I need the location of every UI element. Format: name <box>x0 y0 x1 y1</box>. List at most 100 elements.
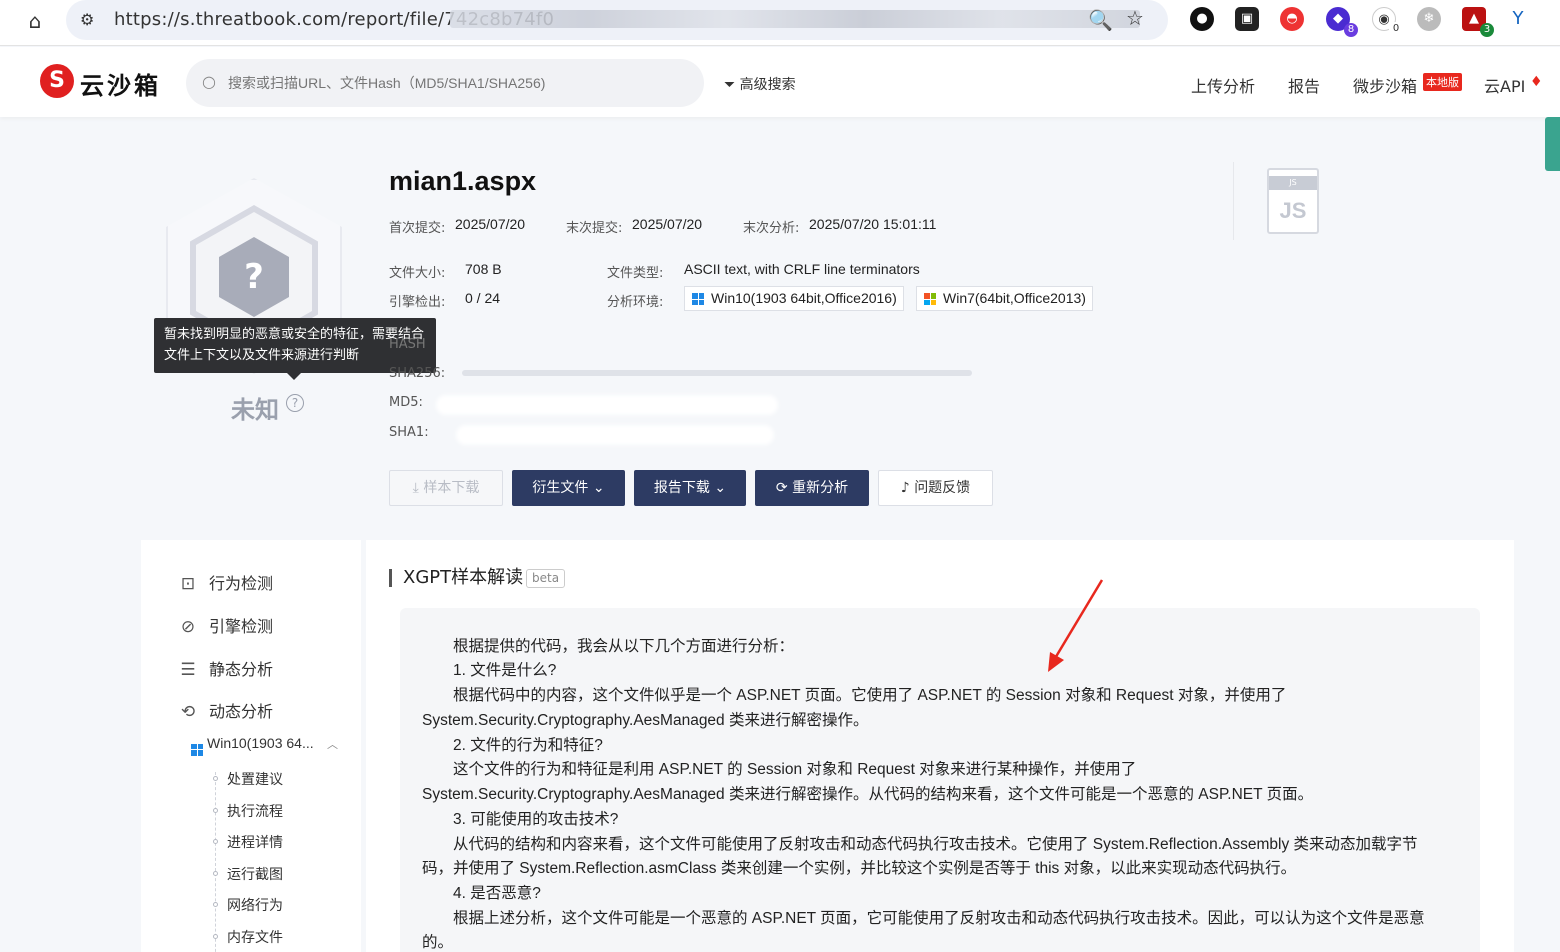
nav-upload[interactable]: 上传分析 <box>1191 73 1255 97</box>
tree-line <box>215 772 216 952</box>
sha1-label: SHA1: <box>389 425 429 440</box>
file-size-value: 708 B <box>465 261 502 277</box>
file-size-label: 文件大小: <box>389 266 446 281</box>
bookmark-star-icon[interactable]: ☆ <box>1126 6 1144 30</box>
dynamic-icon: ⟲ <box>180 702 196 722</box>
tree-dot <box>213 871 218 876</box>
nav-report[interactable]: 报告 <box>1288 73 1320 97</box>
gpt-line: 根据提供的代码，我会从以下几个方面进行分析： <box>453 638 795 655</box>
extension-mask-icon[interactable]: ▣ <box>1235 7 1259 31</box>
address-bar[interactable]: ⚙ https://s.threatbook.com/report/file/7… <box>66 0 1168 40</box>
sidebar-label: 行为检测 <box>209 574 274 593</box>
gpt-line: 根据上述分析，这个文件可能是一个恶意的 ASP.NET 页面，它可能使用了反射攻… <box>453 910 1425 927</box>
search-icon: ○ <box>202 72 216 91</box>
file-name: mian1.aspx <box>389 166 537 196</box>
windows-icon <box>191 743 203 756</box>
extension-pokeball-icon[interactable]: ◓ <box>1280 7 1304 31</box>
sha1-redacted <box>456 425 774 445</box>
derived-files-label: 衍生文件 <box>532 480 589 496</box>
reanalyze-button[interactable]: ⟳ 重新分析 <box>755 470 869 506</box>
help-icon[interactable]: ? <box>286 394 304 412</box>
site-header: S 云沙箱 ○ ⏷ 高级搜索 上传分析 报告 微步沙箱 本地版 云API ♦ <box>0 47 1560 117</box>
extension-snowflake-icon[interactable]: ❄ <box>1417 7 1441 31</box>
search-box[interactable]: ○ <box>186 59 704 107</box>
nav-cloud-api[interactable]: 云API <box>1484 73 1525 97</box>
home-icon[interactable]: ⌂ <box>22 8 48 34</box>
download-icon: ⤓ <box>412 480 419 496</box>
gpt-line: 2. 文件的行为和特征? <box>453 737 603 754</box>
sub-item-memory[interactable]: 内存文件 <box>227 927 283 947</box>
logo-icon[interactable]: S <box>40 64 74 98</box>
report-sidebar: ⊡ 行为检测 ⊘ 引擎检测 ☰ 静态分析 ⟲ 动态分析 Win10(1903 64...… <box>141 540 361 952</box>
refresh-icon: ⟳ <box>775 480 788 496</box>
extension-diamond-icon[interactable]: ◆ 8 <box>1326 7 1358 37</box>
feedback-label: 问题反馈 <box>914 480 971 496</box>
sub-item-disposal[interactable]: 处置建议 <box>227 769 283 789</box>
js-file-icon: JS JS <box>1267 168 1319 234</box>
reanalyze-label: 重新分析 <box>792 480 849 496</box>
last-analysis-label: 末次分析: <box>743 221 800 236</box>
advanced-search-label: 高级搜索 <box>739 77 796 93</box>
sidebar-item-static[interactable]: ☰ 静态分析 <box>177 656 273 680</box>
advanced-search-link[interactable]: ⏷ 高级搜索 <box>724 74 796 94</box>
download-sample-label: 样本下载 <box>423 480 480 496</box>
last-submit-value: 2025/07/20 <box>632 216 703 232</box>
sidebar-label: 引擎检测 <box>209 617 274 636</box>
file-type-label: 文件类型: <box>607 266 664 281</box>
gpt-line: 3. 可能使用的攻击技术? <box>453 811 619 828</box>
md5-label: MD5: <box>389 395 423 410</box>
tree-dot <box>213 808 218 813</box>
annotation-arrow <box>1048 579 1104 672</box>
extension-red-icon[interactable]: ▲ 3 <box>1462 7 1494 37</box>
sidebar-env-label: Win10(1903 64... <box>207 735 314 751</box>
tree-dot <box>213 902 218 907</box>
windows-icon <box>692 293 704 305</box>
extension-circle-icon[interactable]: ● <box>1190 7 1214 31</box>
list-icon: ☰ <box>180 660 196 680</box>
floating-side-tab[interactable] <box>1545 117 1560 171</box>
chevron-down-icon: ⌄ <box>714 480 727 496</box>
tree-dot <box>213 934 218 939</box>
derived-files-button[interactable]: 衍生文件 ⌄ <box>512 470 625 506</box>
sidebar-item-engine[interactable]: ⊘ 引擎检测 <box>177 613 273 637</box>
nav-local-sandbox[interactable]: 微步沙箱 <box>1353 73 1417 97</box>
hash-heading: HASH <box>389 337 426 352</box>
gpt-line: 4. 是否恶意? <box>453 885 541 902</box>
gpt-line: System.Security.Cryptography.AesManaged … <box>422 786 1314 803</box>
sub-item-network[interactable]: 网络行为 <box>227 895 283 915</box>
chevron-up-icon[interactable]: ︿ <box>327 736 338 752</box>
sidebar-item-dynamic[interactable]: ⟲ 动态分析 <box>177 698 273 722</box>
sub-item-exec-flow[interactable]: 执行流程 <box>227 801 283 821</box>
gpt-line: 1. 文件是什么? <box>453 662 557 679</box>
logo-text[interactable]: 云沙箱 <box>80 66 161 101</box>
local-version-badge: 本地版 <box>1423 73 1462 91</box>
monitor-icon: ⊡ <box>180 574 196 594</box>
sidebar-label: 静态分析 <box>209 660 274 679</box>
gpt-line: 的。 <box>422 934 454 951</box>
file-type-value: ASCII text, with CRLF line terminators <box>684 261 920 277</box>
feedback-button[interactable]: ♪ 问题反馈 <box>878 470 993 506</box>
sidebar-env-win10[interactable]: Win10(1903 64... <box>191 735 314 756</box>
sub-item-screenshots[interactable]: 运行截图 <box>227 864 283 884</box>
gpt-line: 码，并使用了 System.Reflection.asmClass 类来创建一个… <box>422 860 1297 877</box>
xgpt-panel: XGPT样本解读 beta 根据提供的代码，我会从以下几个方面进行分析： 1. … <box>366 540 1514 952</box>
search-input[interactable] <box>228 69 688 97</box>
sha256-label: SHA256: <box>389 366 446 381</box>
zoom-icon[interactable]: 🔍 <box>1088 8 1113 32</box>
sidebar-item-behavior[interactable]: ⊡ 行为检测 <box>177 570 273 594</box>
extension-y-icon[interactable]: Y <box>1506 7 1530 31</box>
download-sample-button[interactable]: ⤓ 样本下载 <box>389 470 503 506</box>
analysis-env-label: 分析环境: <box>607 295 664 310</box>
env-chip-win7[interactable]: Win7(64bit,Office2013) <box>916 286 1093 311</box>
last-submit-label: 末次提交: <box>566 221 623 236</box>
browser-toolbar: ⌂ ⚙ https://s.threatbook.com/report/file… <box>0 0 1560 46</box>
env-chip-win10[interactable]: Win10(1903 64bit,Office2016) <box>684 286 904 311</box>
first-submit-value: 2025/07/20 <box>455 216 526 232</box>
first-submit-label: 首次提交: <box>389 221 446 236</box>
sha256-redacted <box>462 370 972 376</box>
gpt-line: 根据代码中的内容，这个文件似乎是一个 ASP.NET 页面。它使用了 ASP.N… <box>453 687 1287 704</box>
report-download-button[interactable]: 报告下载 ⌄ <box>634 470 746 506</box>
extension-panda-icon[interactable]: ◉ 0 <box>1372 7 1403 36</box>
site-settings-icon[interactable]: ⚙ <box>80 10 94 29</box>
sub-item-process[interactable]: 进程详情 <box>227 832 283 852</box>
